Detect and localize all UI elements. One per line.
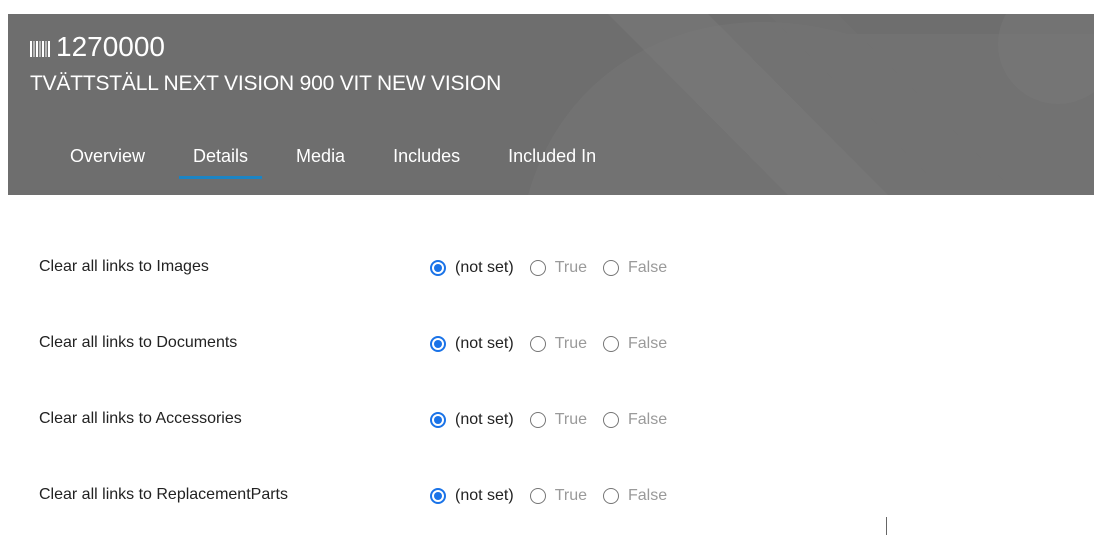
radio-option-not-set[interactable]: (not set) xyxy=(430,411,514,429)
radio-option-true[interactable]: True xyxy=(529,335,587,353)
radio-button-checked[interactable] xyxy=(430,260,446,276)
radio-label: (not set) xyxy=(455,335,514,352)
field-label: Clear all links to ReplacementParts xyxy=(39,486,288,503)
field-row-replacement-parts: Clear all links to ReplacementParts (not… xyxy=(39,474,1039,550)
radio-label: False xyxy=(628,411,668,428)
tab-overview[interactable]: Overview xyxy=(56,145,159,179)
field-label: Clear all links to Accessories xyxy=(39,410,242,427)
tab-bar: Overview Details Media Includes Included… xyxy=(56,145,630,179)
product-name: TVÄTTSTÄLL NEXT VISION 900 VIT NEW VISIO… xyxy=(30,72,502,95)
tab-includes[interactable]: Includes xyxy=(379,145,474,179)
field-label: Clear all links to Documents xyxy=(39,334,238,351)
radio-label: True xyxy=(554,411,587,428)
radio-option-false[interactable]: False xyxy=(603,259,667,277)
radio-option-false[interactable]: False xyxy=(603,411,667,429)
radio-label: (not set) xyxy=(455,411,514,428)
radio-option-false[interactable]: False xyxy=(603,487,667,505)
radio-option-true[interactable]: True xyxy=(529,487,587,505)
radio-button[interactable] xyxy=(529,412,546,428)
tab-media[interactable]: Media xyxy=(282,145,359,179)
radio-button[interactable] xyxy=(603,412,619,428)
radio-button[interactable] xyxy=(603,488,619,504)
radio-option-not-set[interactable]: (not set) xyxy=(430,259,514,277)
radio-option-true[interactable]: True xyxy=(529,411,587,429)
title-row: 1270000 xyxy=(30,32,165,62)
tab-details[interactable]: Details xyxy=(179,145,263,179)
tab-included-in[interactable]: Included In xyxy=(494,145,610,179)
radio-group: (not set) True False xyxy=(430,487,683,505)
radio-button[interactable] xyxy=(529,336,546,352)
field-row-accessories: Clear all links to Accessories (not set)… xyxy=(39,398,1039,474)
radio-label: (not set) xyxy=(455,259,514,276)
product-number: 1270000 xyxy=(56,31,166,62)
product-header: 1270000 TVÄTTSTÄLL NEXT VISION 900 VIT N… xyxy=(8,14,1094,195)
radio-option-false[interactable]: False xyxy=(603,335,667,353)
radio-button[interactable] xyxy=(603,260,619,276)
radio-group: (not set) True False xyxy=(430,259,683,277)
radio-group: (not set) True False xyxy=(430,411,683,429)
radio-option-true[interactable]: True xyxy=(529,259,587,277)
radio-label: False xyxy=(628,335,668,352)
radio-label: False xyxy=(628,259,668,276)
radio-label: True xyxy=(554,335,587,352)
radio-button-checked[interactable] xyxy=(430,488,446,504)
radio-button[interactable] xyxy=(603,336,619,352)
radio-group: (not set) True False xyxy=(430,335,683,353)
barcode-icon xyxy=(30,41,50,57)
radio-button-checked[interactable] xyxy=(430,412,446,428)
radio-label: True xyxy=(554,487,587,504)
field-row-images: Clear all links to Images (not set) True… xyxy=(39,246,1039,322)
radio-button-checked[interactable] xyxy=(430,336,446,352)
details-form: Clear all links to Images (not set) True… xyxy=(39,246,1039,550)
radio-label: (not set) xyxy=(455,487,514,504)
radio-button[interactable] xyxy=(529,488,546,504)
radio-label: True xyxy=(554,259,587,276)
field-label: Clear all links to Images xyxy=(39,258,209,275)
field-row-documents: Clear all links to Documents (not set) T… xyxy=(39,322,1039,398)
radio-option-not-set[interactable]: (not set) xyxy=(430,335,514,353)
text-cursor xyxy=(886,517,887,535)
radio-option-not-set[interactable]: (not set) xyxy=(430,487,514,505)
radio-label: False xyxy=(628,487,668,504)
radio-button[interactable] xyxy=(529,260,546,276)
